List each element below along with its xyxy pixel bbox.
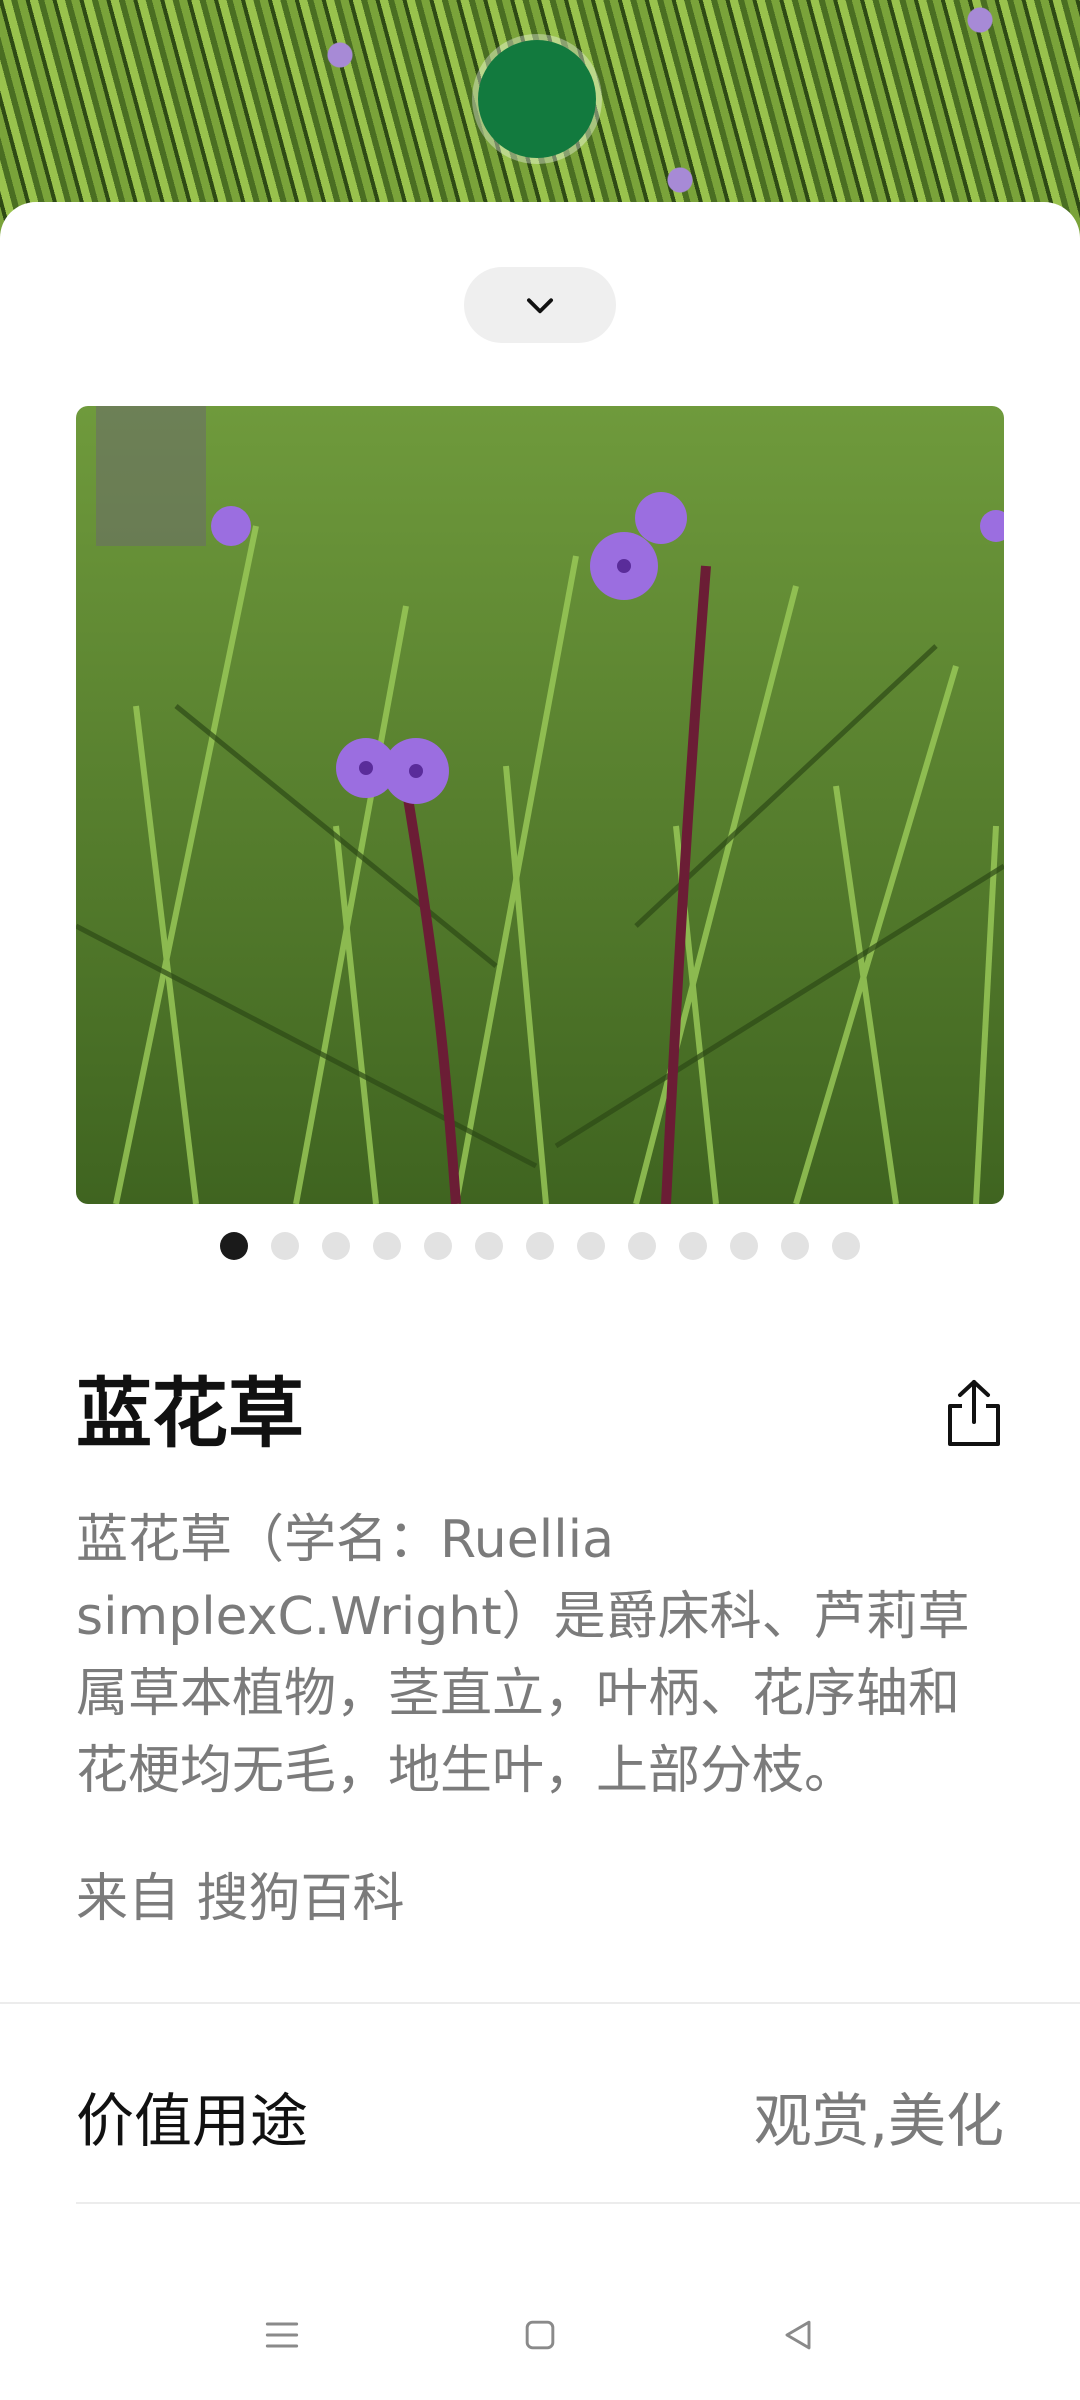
carousel-dot[interactable] xyxy=(679,1232,707,1260)
menu-icon xyxy=(265,2322,299,2348)
share-button[interactable] xyxy=(944,1378,1004,1448)
share-icon xyxy=(948,1380,1000,1446)
attribute-value: 观赏,美化 xyxy=(753,2087,1004,2155)
carousel-dot[interactable] xyxy=(577,1232,605,1260)
carousel-dot[interactable] xyxy=(526,1232,554,1260)
carousel-dot[interactable] xyxy=(832,1232,860,1260)
capture-indicator[interactable] xyxy=(478,40,596,158)
plant-photo-art xyxy=(76,406,1004,1204)
plant-description: 蓝花草（学名：Ruellia simplexC.Wright）是爵床科、芦莉草属… xyxy=(76,1510,970,1801)
plant-photo[interactable] xyxy=(76,406,1004,1204)
home-button[interactable] xyxy=(510,2305,570,2365)
carousel-dot[interactable] xyxy=(475,1232,503,1260)
chevron-down-icon xyxy=(527,298,553,314)
system-navigation-bar xyxy=(0,2270,1080,2400)
carousel-dot[interactable] xyxy=(373,1232,401,1260)
carousel-dot[interactable] xyxy=(730,1232,758,1260)
carousel-dot[interactable] xyxy=(424,1232,452,1260)
carousel-dot[interactable] xyxy=(220,1232,248,1260)
collapse-button[interactable] xyxy=(464,267,616,343)
carousel-dot[interactable] xyxy=(322,1232,350,1260)
carousel-dot[interactable] xyxy=(271,1232,299,1260)
result-sheet: 蓝花草 蓝花草（学名：Ruellia simplexC.Wright）是爵床科、… xyxy=(0,202,1080,2400)
source-attribution[interactable]: 来自 搜狗百科 xyxy=(76,1856,405,1931)
back-icon xyxy=(785,2320,811,2350)
back-button[interactable] xyxy=(768,2305,828,2365)
menu-button[interactable] xyxy=(252,2305,312,2365)
attribute-label: 价值用途 xyxy=(76,2087,309,2155)
carousel-dot[interactable] xyxy=(781,1232,809,1260)
plant-name: 蓝花草 xyxy=(76,1369,304,1458)
home-icon xyxy=(525,2320,555,2350)
attribute-row: 价值用途 观赏,美化 xyxy=(76,2070,1004,2162)
carousel-dot[interactable] xyxy=(628,1232,656,1260)
divider xyxy=(76,2202,1080,2204)
carousel-indicator xyxy=(0,1232,1080,1262)
divider xyxy=(0,2002,1080,2004)
